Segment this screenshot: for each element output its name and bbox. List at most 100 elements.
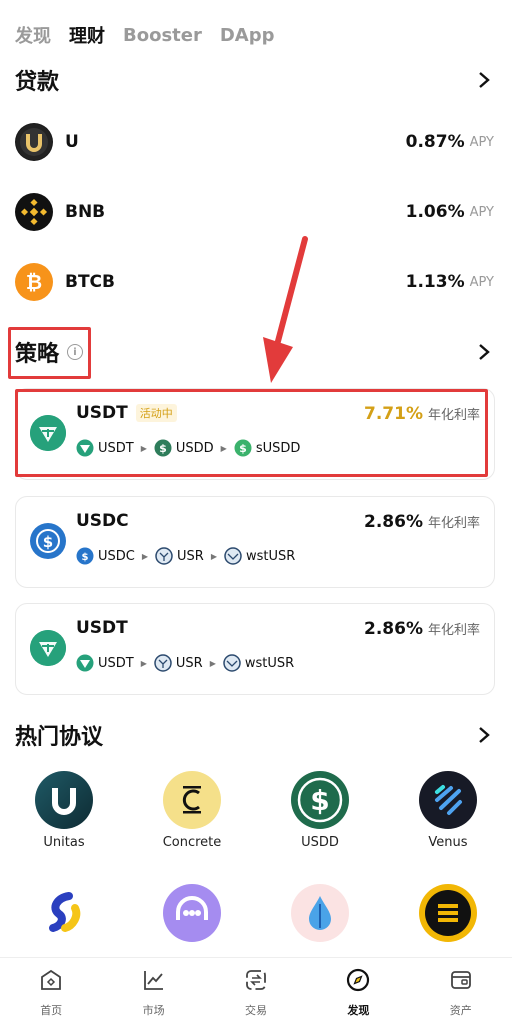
- svg-text:$: $: [43, 533, 53, 551]
- path-token: USDT: [98, 440, 134, 456]
- u-coin-icon: [15, 123, 53, 161]
- s-logo-icon: [419, 884, 477, 942]
- tab-booster[interactable]: Booster: [123, 25, 202, 46]
- svg-text:$: $: [82, 552, 89, 563]
- path-token: USR: [175, 655, 203, 671]
- card-rate: 7.71% 年化利率: [364, 404, 480, 424]
- path-token: wstUSR: [245, 548, 296, 564]
- protocol-name: USDD: [301, 835, 339, 850]
- strategy-card-usdc-wstusr[interactable]: $ USDC 2.86% 年化利率 $ USDC ▶ USR ▶ wstUSR: [15, 496, 495, 588]
- protocol-unitas[interactable]: Unitas: [14, 771, 114, 850]
- svg-text:$: $: [310, 784, 329, 817]
- bottom-nav: 首页 市场 交易 发现 资产: [0, 957, 512, 1035]
- tether-icon: [30, 415, 66, 451]
- nav-label: 交易: [244, 1004, 267, 1017]
- active-badge: 活动中: [135, 404, 177, 422]
- protocol-row2-1[interactable]: [14, 884, 114, 942]
- card-rate: 2.86% 年化利率: [364, 512, 480, 532]
- card-title-text: USDT: [76, 618, 128, 638]
- loans-header[interactable]: 贷款: [15, 62, 494, 98]
- token-path: USDT ▶ $ USDD ▶ $ sUSDD: [76, 439, 300, 457]
- usdd-icon: $: [154, 439, 172, 457]
- strategy-card-usdt-susdd[interactable]: USDT 活动中 7.71% 年化利率 USDT ▶ $ USDD ▶ $ sU…: [15, 388, 495, 480]
- protocols-title: 热门协议: [15, 725, 104, 750]
- chevron-right-icon[interactable]: [474, 70, 494, 90]
- nav-trade[interactable]: 交易: [216, 968, 296, 1018]
- usdc-icon: $: [76, 547, 94, 565]
- strategy-card-usdt-wstusr[interactable]: USDT 2.86% 年化利率 USDT ▶ USR ▶ wstUSR: [15, 603, 495, 695]
- usdc-icon: $: [30, 523, 66, 559]
- nav-market[interactable]: 市场: [114, 968, 194, 1018]
- concrete-logo-icon: [163, 771, 221, 829]
- info-icon[interactable]: i: [67, 344, 84, 360]
- wstusr-icon: [223, 654, 241, 672]
- tab-discover[interactable]: 发现: [15, 22, 51, 48]
- token-path: $ USDC ▶ USR ▶ wstUSR: [76, 547, 295, 565]
- svg-text:₿: ₿: [26, 270, 42, 294]
- nav-home[interactable]: 首页: [11, 968, 91, 1018]
- path-token: USDD: [175, 440, 214, 456]
- card-rate-value: 2.86%: [364, 619, 423, 639]
- protocol-row2-2[interactable]: [142, 884, 242, 942]
- strategy-title: 策略 i: [15, 336, 84, 368]
- loan-name: BTCB: [65, 272, 115, 292]
- top-tabs: 发现 理财 Booster DApp: [15, 20, 275, 50]
- swap-icon: [244, 968, 268, 996]
- tether-icon: [76, 654, 94, 672]
- protocol-row2-3[interactable]: [270, 884, 370, 942]
- tab-dapp[interactable]: DApp: [220, 25, 275, 46]
- card-title-text: USDT: [76, 403, 128, 423]
- nav-assets[interactable]: 资产: [421, 968, 501, 1018]
- loans-title: 贷款: [15, 70, 60, 95]
- loan-item-u[interactable]: U 0.87% APY: [15, 122, 494, 162]
- protocol-usdd[interactable]: $ USDD: [270, 771, 370, 850]
- svg-text:$: $: [159, 442, 167, 455]
- protocol-name: Venus: [428, 835, 468, 850]
- protocol-row2-4[interactable]: [398, 884, 498, 942]
- card-rate-label: 年化利率: [427, 623, 480, 638]
- card-rate-value: 7.71%: [364, 404, 423, 424]
- path-token: wstUSR: [244, 655, 295, 671]
- path-token: USDT: [98, 655, 134, 671]
- card-title-text: USDC: [76, 511, 129, 531]
- strategy-title-text: 策略: [15, 342, 60, 367]
- loan-name: BNB: [65, 202, 106, 222]
- nav-label: 市场: [142, 1004, 165, 1017]
- card-rate-label: 年化利率: [427, 408, 480, 423]
- play-arrow-icon: ▶: [220, 443, 227, 453]
- path-token: USR: [177, 548, 204, 564]
- tab-finance[interactable]: 理财: [69, 22, 105, 48]
- chevron-right-icon[interactable]: [474, 725, 494, 745]
- protocol-venus[interactable]: Venus: [398, 771, 498, 850]
- card-title: USDC: [76, 511, 129, 531]
- chevron-right-icon[interactable]: [474, 342, 494, 362]
- loan-rate: 1.06%: [405, 202, 465, 222]
- wallet-icon: [449, 968, 473, 996]
- play-arrow-icon: ▶: [209, 658, 216, 668]
- nav-discover[interactable]: 发现: [318, 968, 398, 1018]
- loan-name: U: [65, 132, 79, 152]
- susdd-icon: $: [234, 439, 252, 457]
- path-token: USDC: [98, 548, 135, 564]
- nav-label: 首页: [40, 1004, 63, 1017]
- tether-icon: [76, 439, 94, 457]
- home-icon: [39, 968, 63, 996]
- loan-apy: APY: [469, 274, 494, 290]
- compass-icon: [346, 968, 370, 996]
- token-path: USDT ▶ USR ▶ wstUSR: [76, 654, 294, 672]
- play-arrow-icon: ▶: [140, 443, 147, 453]
- usdd-logo-icon: $: [291, 771, 349, 829]
- protocol-grid-row-1: Unitas Concrete $ USDD Venus: [0, 771, 512, 850]
- card-rate: 2.86% 年化利率: [364, 619, 480, 639]
- protocols-header[interactable]: 热门协议: [15, 717, 494, 753]
- play-arrow-icon: ▶: [210, 551, 217, 561]
- protocol-grid-row-2: [0, 884, 512, 942]
- card-rate-value: 2.86%: [364, 512, 423, 532]
- loan-item-bnb[interactable]: BNB 1.06% APY: [15, 192, 494, 232]
- annotation-arrow-icon: [263, 236, 308, 383]
- btcb-coin-icon: ₿: [15, 263, 53, 301]
- usr-icon: [154, 654, 172, 672]
- drop-logo-icon: [291, 884, 349, 942]
- protocol-concrete[interactable]: Concrete: [142, 771, 242, 850]
- loan-rate: 0.87%: [405, 132, 465, 152]
